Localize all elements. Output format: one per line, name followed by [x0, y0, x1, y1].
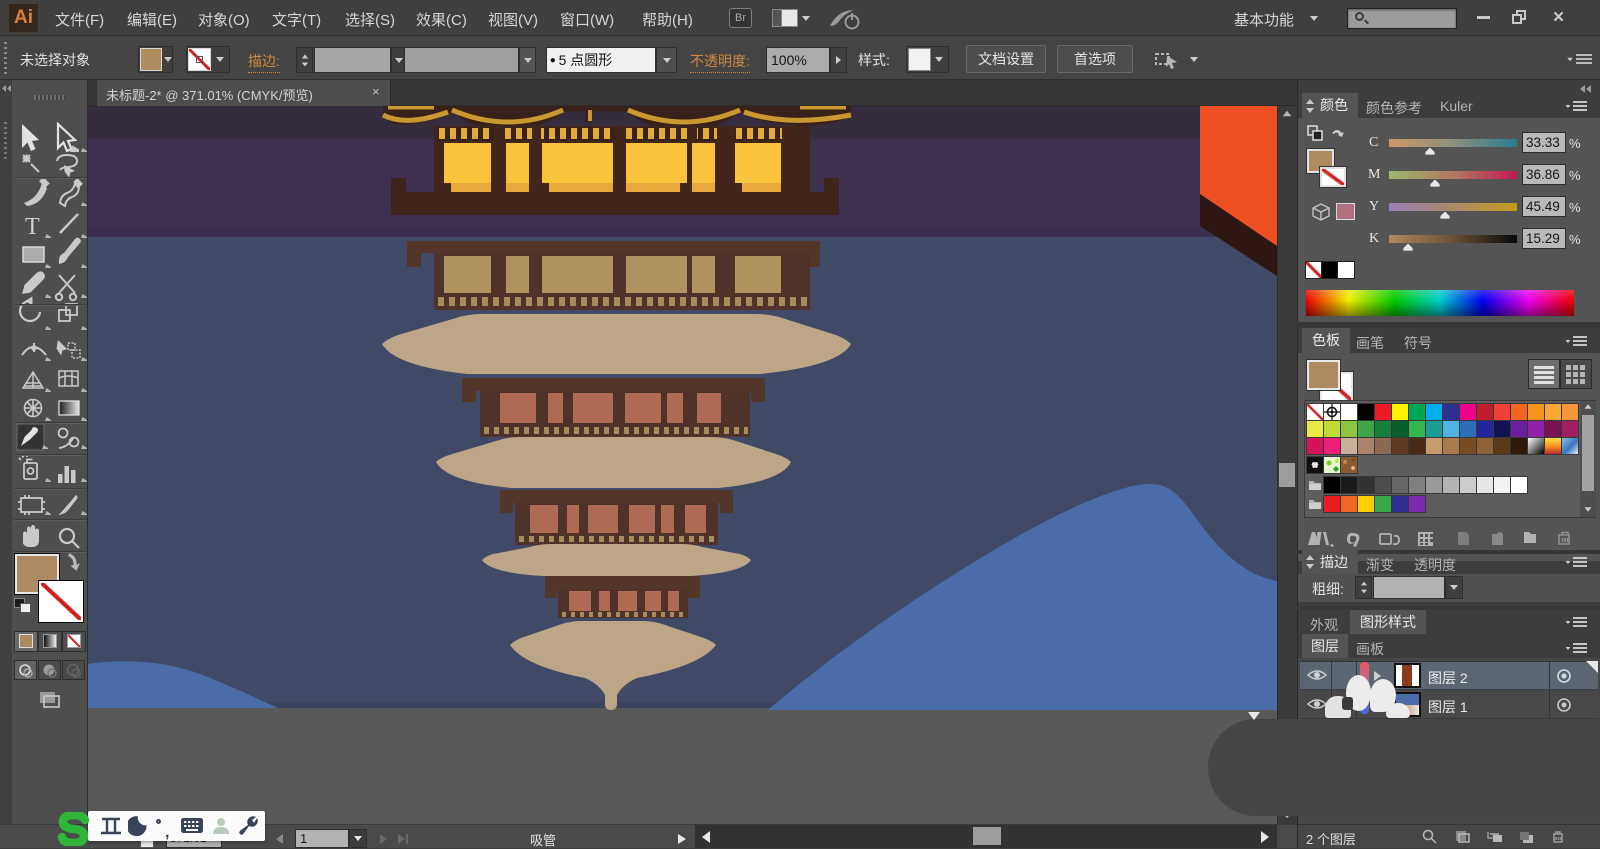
svg-text:T: T — [25, 214, 40, 240]
